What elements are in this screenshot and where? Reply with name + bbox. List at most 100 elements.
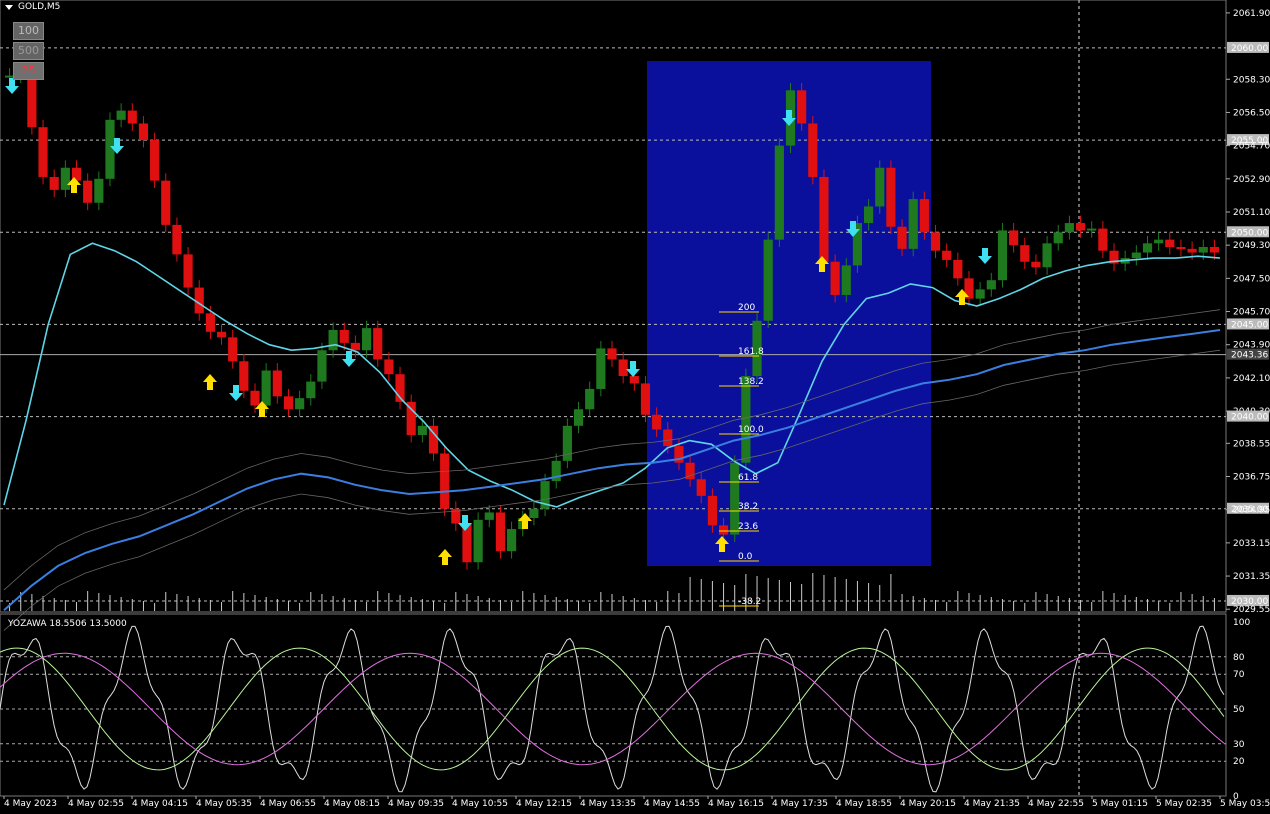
indicator-label: YOZAWA 18.5506 13.5000 [8, 619, 127, 629]
price-tick-label: 2061.90 [1233, 9, 1270, 19]
candle-body [897, 226, 907, 249]
candle-body [417, 425, 427, 436]
price-tick-label: 2045.70 [1233, 308, 1270, 318]
candle-body [350, 342, 360, 351]
candle-body [741, 376, 751, 463]
candle-body [440, 453, 450, 509]
level-label: 2060.00 [1231, 44, 1268, 54]
button-25[interactable]: 25 [13, 62, 44, 80]
fib-label: 38.2 [738, 502, 758, 512]
price-tick-label: 2051.10 [1233, 208, 1270, 218]
time-tick-label: 5 May 02:35 [1156, 799, 1212, 809]
candle-body [94, 178, 104, 203]
candle-body [1075, 223, 1086, 231]
price-tick-label: 2033.15 [1233, 539, 1270, 549]
candle-body [1154, 239, 1164, 244]
level-label: 2043.36 [1231, 351, 1268, 361]
candle-body [942, 250, 952, 260]
chart-canvas[interactable]: 2061.902060.002058.302056.502055.002054.… [0, 0, 1270, 814]
indicator-name: YOZAWA [8, 619, 47, 629]
price-tick-label: 2038.55 [1233, 439, 1270, 449]
fib-label: 100.0 [738, 425, 764, 435]
fib-label: 200 [738, 303, 755, 313]
candle-body [328, 329, 338, 351]
time-tick-label: 4 May 21:35 [964, 799, 1020, 809]
candle-body [261, 370, 271, 406]
sell-arrow-icon [342, 351, 356, 367]
candle-body [830, 261, 840, 295]
button-500[interactable]: 500 [13, 42, 44, 60]
price-tick-label: 2047.50 [1233, 274, 1270, 284]
candle-body [216, 331, 227, 338]
time-tick-label: 4 May 2023 [4, 799, 57, 809]
candle-body [930, 232, 941, 251]
slow-ma-line [3, 329, 1221, 611]
level-label: 2050.00 [1231, 228, 1268, 238]
indicator-level-label: 20 [1233, 757, 1245, 767]
candle-body [361, 328, 372, 351]
time-tick-label: 4 May 10:55 [452, 799, 508, 809]
price-tick-label: 2042.10 [1233, 374, 1270, 384]
candle-body [573, 409, 584, 426]
indicator-value-1: 18.5506 [49, 619, 87, 629]
candle-body [339, 329, 349, 343]
candle-body [317, 350, 327, 382]
time-tick-label: 4 May 08:15 [324, 799, 380, 809]
candle-body [1198, 247, 1208, 253]
candle-body [38, 127, 48, 177]
candle-body [138, 123, 149, 141]
price-tick-label: 2031.35 [1233, 572, 1270, 582]
candle-body [529, 508, 539, 518]
time-tick-label: 4 May 04:15 [132, 799, 188, 809]
candle-body [640, 383, 651, 415]
fib-label: 161.8 [738, 347, 764, 357]
candle-body [507, 529, 517, 552]
candle-body [919, 199, 929, 233]
candle-body [629, 376, 639, 384]
indicator-level-label: 50 [1233, 705, 1245, 715]
candle-body [1187, 248, 1197, 253]
indicator-level-label: 70 [1233, 670, 1245, 680]
candle-body [384, 359, 394, 375]
candle-body [652, 414, 662, 430]
candle-body [306, 381, 316, 399]
price-tick-label: 2054.70 [1233, 142, 1270, 152]
candle-body [172, 224, 182, 255]
candle-body [60, 167, 70, 190]
candle-body [295, 398, 305, 410]
buy-arrow-icon [438, 549, 452, 565]
candle-body [205, 313, 215, 332]
candle-body [1142, 243, 1153, 253]
time-tick-label: 4 May 22:55 [1028, 799, 1084, 809]
time-tick-label: 4 May 05:35 [196, 799, 252, 809]
candle-body [116, 110, 126, 120]
indicator-level-label: 80 [1233, 653, 1245, 663]
candle-body [239, 361, 249, 391]
candle-body [663, 429, 673, 447]
button-100[interactable]: 100 [13, 22, 44, 40]
candle-body [718, 525, 729, 535]
candle-body [607, 348, 617, 360]
fib-label: -38.2 [738, 597, 761, 607]
candle-body [841, 265, 851, 295]
time-tick-label: 5 May 03:55 [1220, 799, 1270, 809]
candle-body [83, 180, 93, 203]
candle-body [562, 425, 572, 461]
candle-body [283, 396, 294, 410]
candle-body [596, 348, 606, 389]
candle-body [161, 180, 171, 225]
candle-body [707, 495, 717, 526]
candle-body [1053, 232, 1063, 244]
symbol-title: GOLD,M5 [18, 2, 61, 12]
candle-body [183, 254, 193, 288]
candle-body [27, 71, 37, 128]
level-label: 2040.00 [1231, 413, 1268, 423]
candle-body [1165, 239, 1175, 248]
price-tick-label: 2049.30 [1233, 241, 1270, 251]
symbol-menu-icon[interactable] [5, 5, 13, 10]
candle-body [49, 176, 59, 190]
price-tick-label: 2058.30 [1233, 75, 1270, 85]
candle-body [864, 206, 874, 224]
candle-body [975, 289, 985, 299]
band-lower [3, 349, 1221, 631]
